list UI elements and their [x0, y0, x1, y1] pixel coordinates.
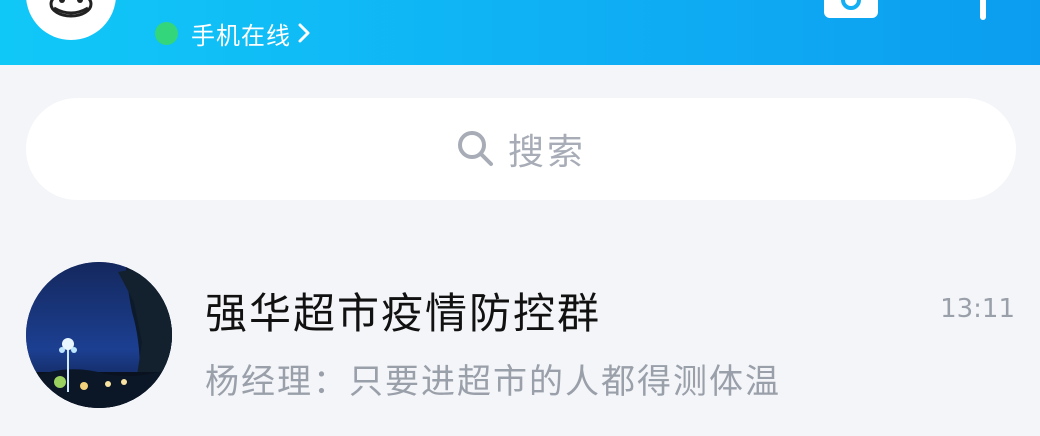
- search-placeholder: 搜索: [507, 132, 586, 173]
- search-icon: [456, 129, 496, 169]
- chevron-right-icon: [297, 22, 311, 44]
- top-header: 手机在线: [0, 0, 1040, 65]
- chat-preview: 杨经理：只要进超市的人都得测体温: [205, 362, 781, 402]
- search-bar[interactable]: 搜索: [26, 98, 1016, 200]
- user-avatar[interactable]: [26, 0, 116, 40]
- camera-lens: [841, 0, 861, 10]
- plus-icon[interactable]: [980, 0, 986, 20]
- status-text: 手机在线: [191, 21, 291, 50]
- chat-title: 强华超市疫情防控群: [205, 289, 602, 338]
- avatar-icon: [49, 0, 93, 18]
- camera-icon[interactable]: [824, 0, 878, 18]
- online-status[interactable]: 手机在线: [155, 18, 311, 50]
- group-avatar: [26, 262, 172, 408]
- online-dot: [155, 21, 178, 45]
- chat-list-item[interactable]: 强华超市疫情防控群 13:11 杨经理：只要进超市的人都得测体温: [0, 250, 1040, 420]
- chat-time: 13:11: [940, 294, 1015, 324]
